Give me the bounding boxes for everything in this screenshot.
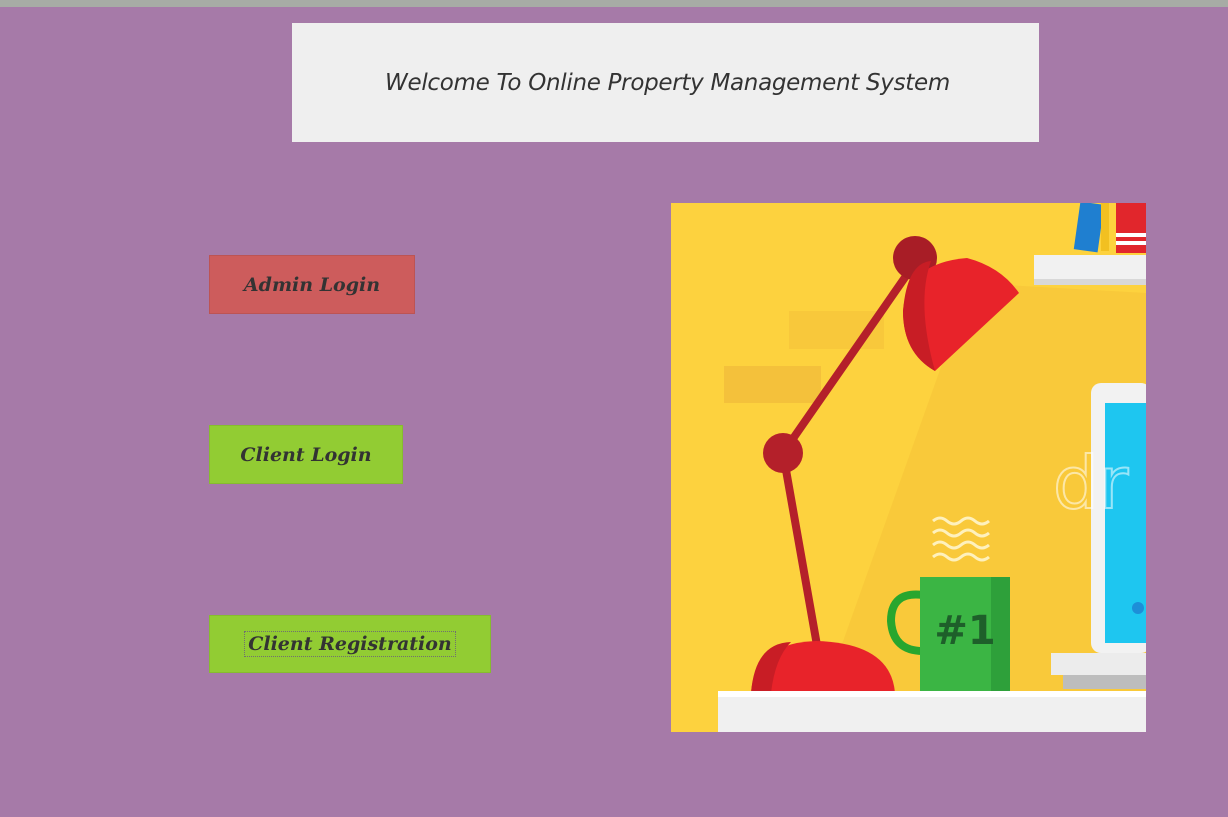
client-registration-label: Client Registration bbox=[244, 631, 456, 657]
window-top-border bbox=[0, 0, 1228, 7]
admin-login-button[interactable]: Admin Login bbox=[209, 255, 415, 314]
mug-label: #1 bbox=[934, 608, 995, 654]
desk-lamp-illustration: dr #1 bbox=[671, 203, 1146, 732]
client-login-button[interactable]: Client Login bbox=[209, 425, 403, 484]
title-panel: Welcome To Online Property Management Sy… bbox=[292, 23, 1039, 142]
watermark-text: dr bbox=[1053, 441, 1129, 525]
page-title: Welcome To Online Property Management Sy… bbox=[385, 69, 950, 96]
client-registration-button[interactable]: Client Registration bbox=[209, 615, 491, 673]
client-login-label: Client Login bbox=[240, 443, 372, 466]
admin-login-label: Admin Login bbox=[243, 273, 381, 296]
